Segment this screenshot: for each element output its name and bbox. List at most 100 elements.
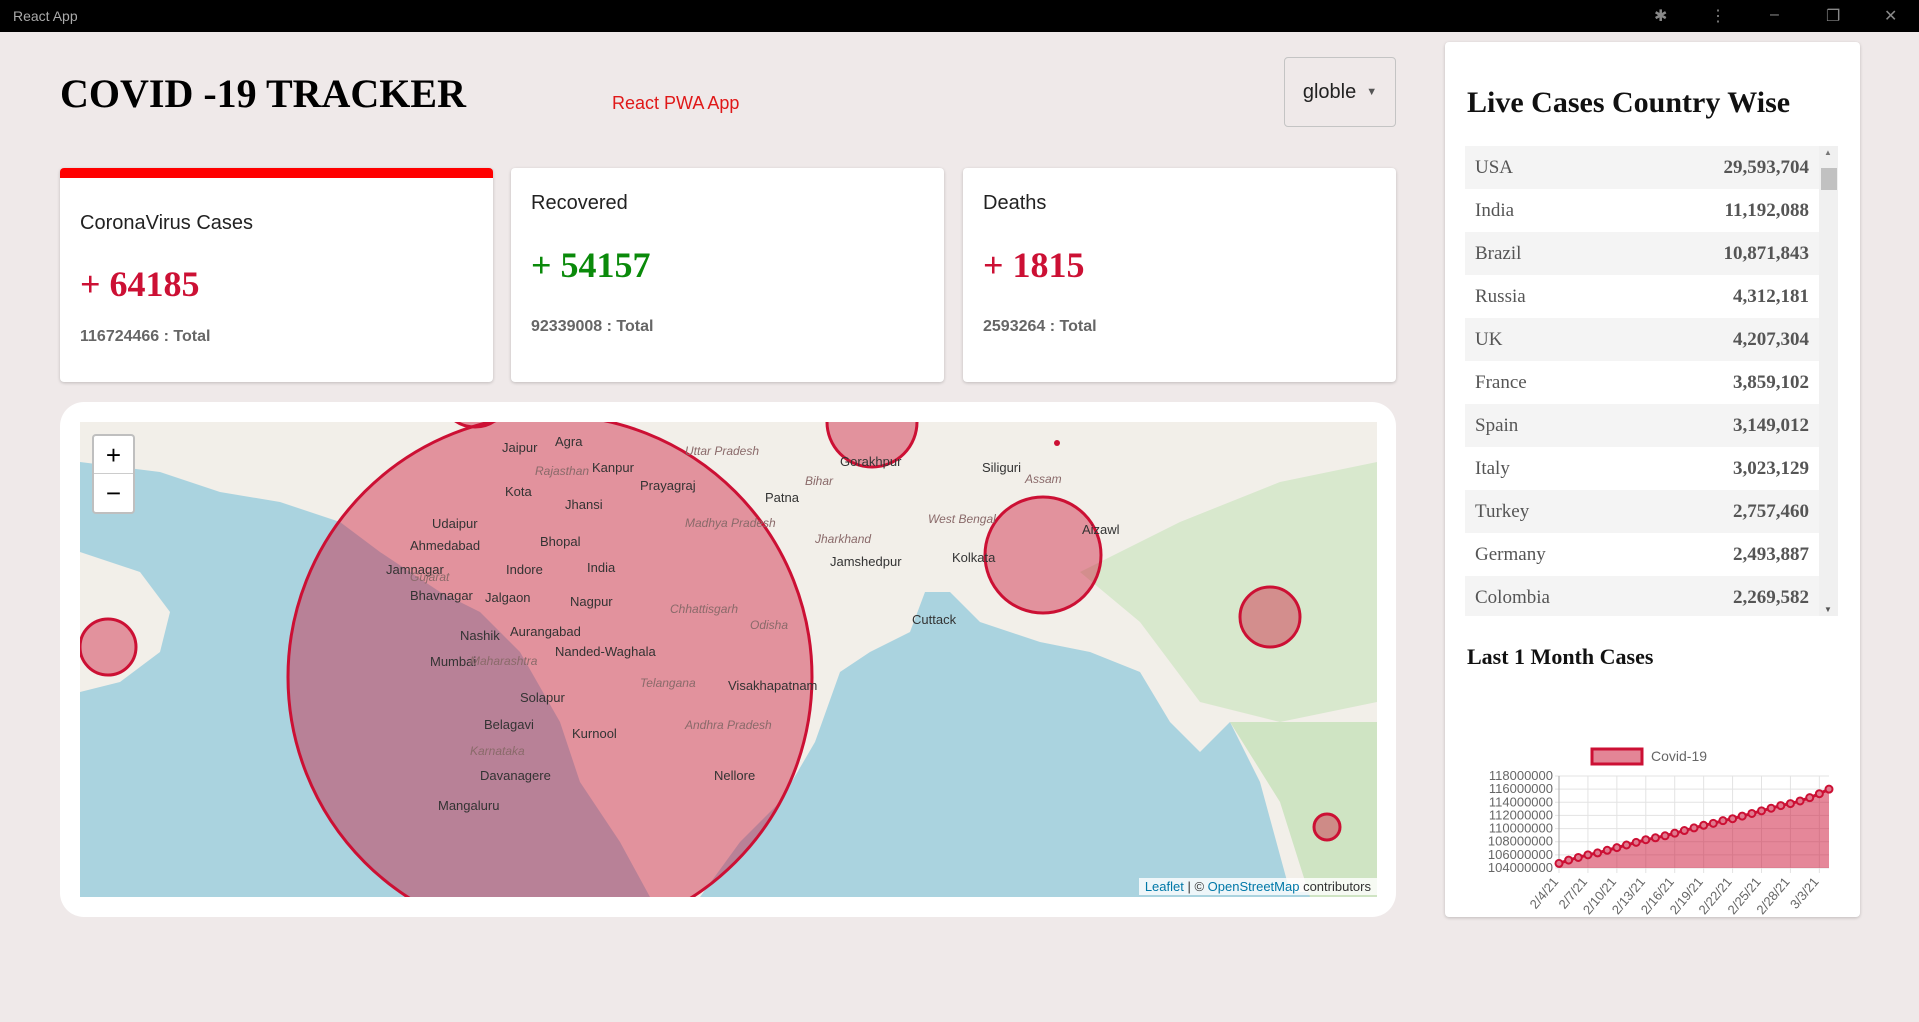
case-circles	[80, 422, 1342, 897]
map-label: Nagpur	[570, 594, 613, 609]
data-point	[1622, 840, 1631, 850]
data-point	[1641, 835, 1651, 845]
data-point	[1795, 796, 1805, 806]
restore-icon[interactable]: ❐	[1826, 6, 1840, 26]
country-cases: 3,023,129	[1733, 457, 1809, 479]
zoom-in-button[interactable]: +	[94, 436, 133, 474]
map-label: Chhattisgarh	[670, 602, 739, 616]
map-label: Gujarat	[410, 570, 450, 584]
country-row: Spain 3,149,012	[1465, 404, 1819, 447]
map-attribution: Leaflet | © OpenStreetMap contributors	[1138, 878, 1377, 895]
minimize-icon[interactable]: –	[1770, 6, 1779, 24]
country-select-value: globle	[1302, 80, 1357, 103]
case-circle-india	[286, 422, 814, 897]
cases-card[interactable]: CoronaVirus Cases + 64185 116724466 : To…	[60, 168, 493, 382]
zoom-control: + −	[92, 434, 135, 514]
country-row: France 3,859,102	[1465, 361, 1819, 404]
data-point	[1554, 858, 1564, 868]
map-label: Belagavi	[484, 717, 534, 732]
attribution-sep: | ©	[1183, 879, 1208, 894]
country-table[interactable]: USA 29,593,704 India 11,192,088 Brazil 10,871…	[1465, 146, 1819, 616]
scrollbar-thumb[interactable]	[1821, 168, 1837, 190]
data-point	[1728, 814, 1738, 824]
recovered-card[interactable]: Recovered + 54157 92339008 : Total	[511, 168, 944, 382]
caret-down-icon: ▼	[1366, 86, 1378, 98]
scroll-down-icon[interactable]: ▼	[1824, 605, 1832, 614]
country-name: USA	[1475, 156, 1514, 178]
scroll-up-icon[interactable]: ▲	[1824, 148, 1832, 157]
country-name: Italy	[1475, 457, 1510, 479]
map-label: West Bengal	[928, 512, 996, 526]
data-point	[1573, 852, 1583, 862]
map-label: Jharkhand	[815, 532, 872, 546]
data-point	[1689, 823, 1699, 833]
map[interactable]: Jaipur Agra Kanpur Prayagraj Kota Jhansi Udaip…	[80, 422, 1377, 897]
map-label: Kurnool	[572, 726, 617, 741]
country-row: Russia 4,312,181	[1465, 275, 1819, 318]
map-label: India	[587, 560, 616, 575]
close-icon[interactable]: ✕	[1884, 6, 1897, 26]
map-label: Assam	[1025, 472, 1062, 486]
data-point	[1824, 784, 1834, 794]
map-label: Siliguri	[982, 460, 1022, 475]
country-name: Brazil	[1475, 242, 1522, 264]
map-label: Solapur	[520, 690, 565, 705]
legend-swatch	[1590, 747, 1644, 766]
country-row: India 11,192,088	[1465, 189, 1819, 232]
map-label: Davanagere	[480, 768, 551, 783]
zoom-out-button[interactable]: −	[94, 474, 133, 512]
country-name: Colombia	[1475, 586, 1550, 608]
case-circle-bhutan	[1054, 440, 1060, 446]
country-cases: 11,192,088	[1724, 199, 1809, 221]
attribution-tail: contributors	[1299, 879, 1371, 894]
country-name: Russia	[1475, 285, 1526, 307]
country-cases: 2,493,887	[1733, 543, 1809, 565]
map-label: Madhya Pradesh	[685, 516, 776, 530]
kebab-menu-icon[interactable]: ⋮	[1710, 6, 1726, 26]
cases-chart: 1180000001160000001140000001120000001100…	[1488, 747, 1834, 917]
map-label: Aurangabad	[510, 624, 581, 639]
data-point	[1737, 811, 1747, 821]
country-name: Spain	[1475, 414, 1519, 436]
data-point	[1718, 816, 1728, 826]
data-point	[1670, 828, 1680, 838]
map-label: Patna	[765, 490, 799, 505]
map-label: Jamshedpur	[830, 554, 902, 569]
country-cases: 2,757,460	[1733, 500, 1809, 522]
country-row: UK 4,207,304	[1465, 318, 1819, 361]
case-circle-thailand	[1312, 812, 1342, 842]
map-label: Ahmedabad	[410, 538, 481, 553]
recovered-label: Recovered	[531, 192, 628, 214]
map-label: Uttar Pradesh	[685, 444, 760, 458]
cases-today: + 64185	[80, 264, 200, 304]
data-point	[1593, 848, 1603, 858]
page-subtitle: React PWA App	[612, 93, 740, 113]
puzzle-icon[interactable]: ✱	[1654, 6, 1667, 26]
map-label: Maharashtra	[470, 654, 538, 668]
window-titlebar: React App ✱ ⋮ – ❐ ✕	[0, 0, 1919, 32]
deaths-card[interactable]: Deaths + 1815 2593264 : Total	[963, 168, 1396, 382]
data-point	[1785, 799, 1795, 809]
map-label: Nellore	[714, 768, 756, 783]
recovered-today: + 54157	[531, 245, 651, 285]
country-select[interactable]: globle ▼	[1284, 57, 1396, 127]
map-label: Telangana	[640, 676, 696, 690]
map-label: Kanpur	[592, 460, 634, 475]
data-point	[1650, 833, 1660, 843]
data-point	[1699, 820, 1709, 830]
map-label: Bihar	[805, 474, 834, 488]
country-row: Germany 2,493,887	[1465, 533, 1819, 576]
osm-link[interactable]: OpenStreetMap	[1208, 879, 1300, 894]
data-point	[1766, 803, 1776, 813]
legend-label: Covid-19	[1651, 748, 1707, 764]
data-point	[1805, 793, 1815, 803]
map-label: Indore	[506, 562, 543, 577]
map-label: Andhra Pradesh	[685, 718, 772, 732]
case-circle-oman	[80, 617, 138, 677]
data-point	[1679, 826, 1689, 836]
country-row: Brazil 10,871,843	[1465, 232, 1819, 275]
scrollbar[interactable]: ▲ ▼	[1819, 146, 1838, 616]
data-point	[1757, 806, 1766, 816]
map-label: Bhopal	[540, 534, 581, 549]
leaflet-link[interactable]: Leaflet	[1145, 879, 1184, 894]
